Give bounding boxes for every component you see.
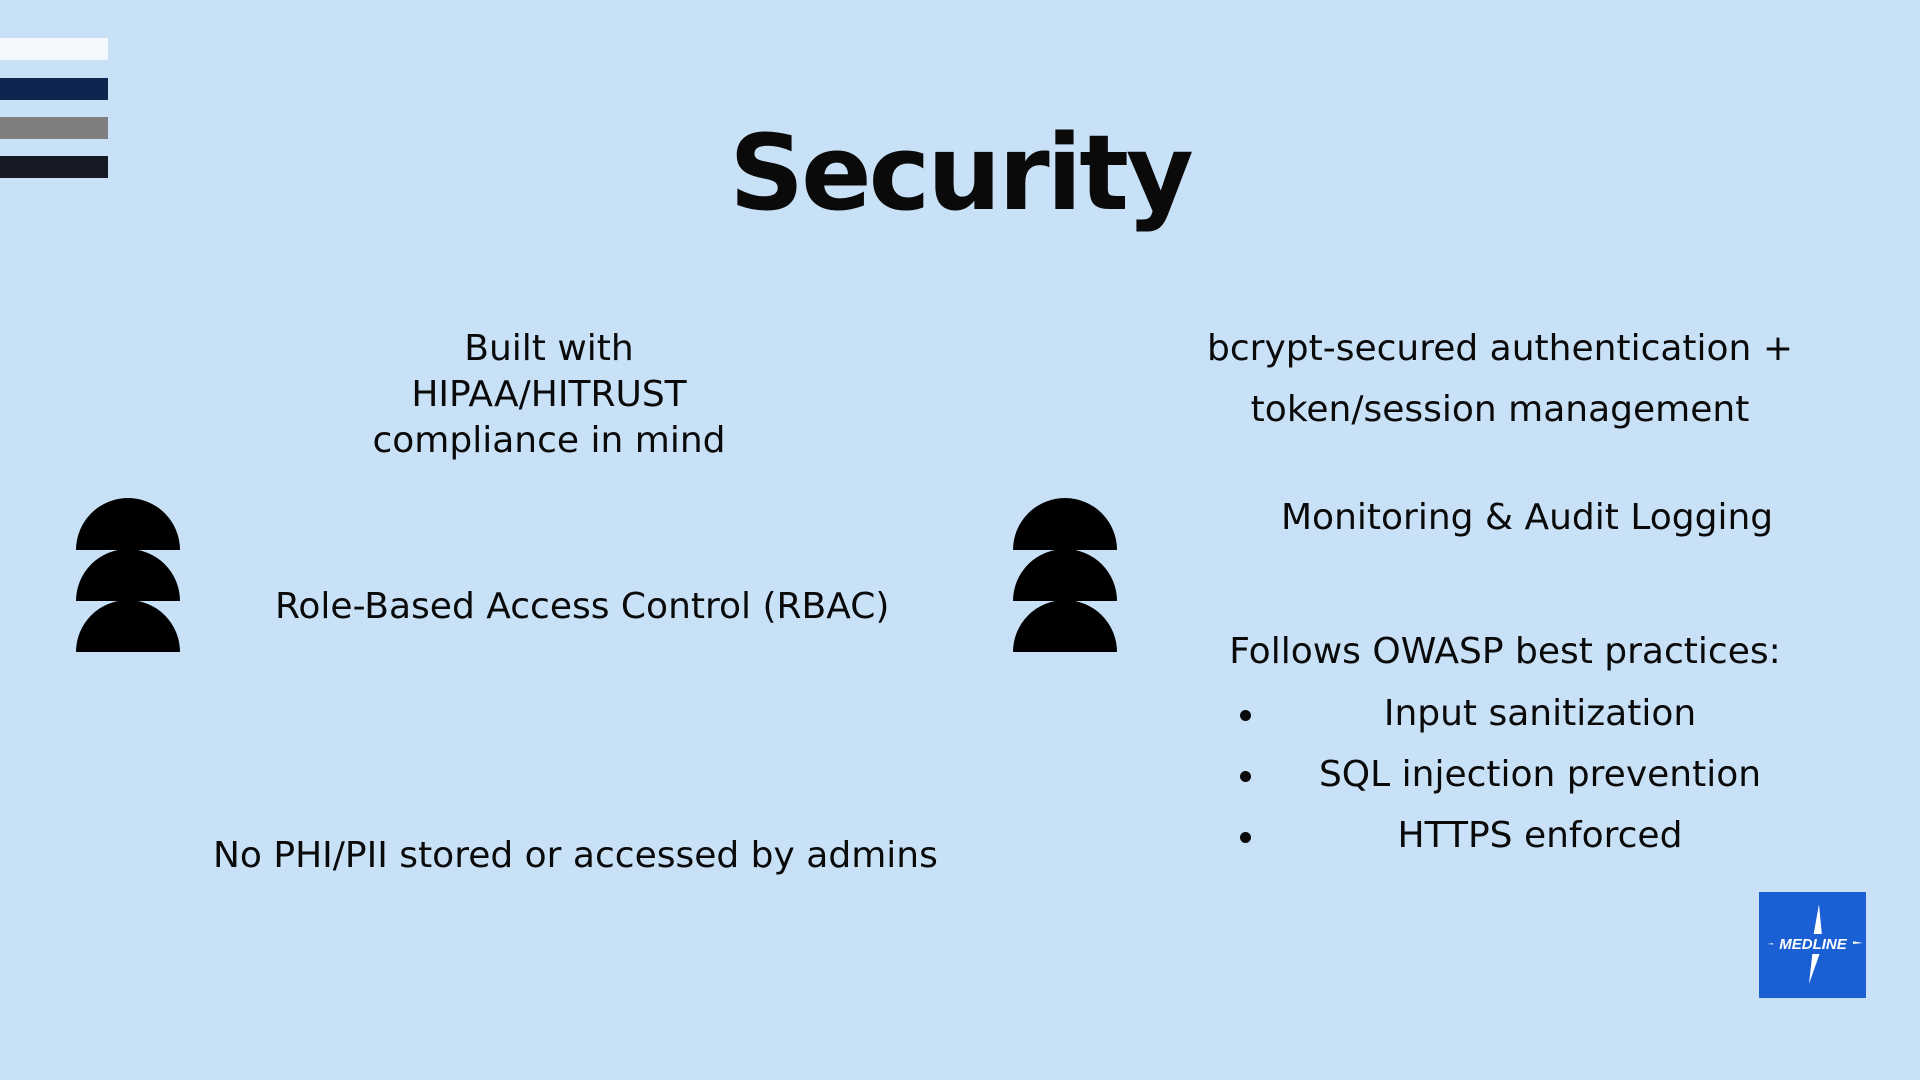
logo-text: MEDLINE [1779,936,1847,953]
stacked-semicircles-icon-right [1013,498,1117,652]
compliance-text: Built with HIPAA/HITRUST compliance in m… [349,326,749,464]
stripe-2 [0,78,108,100]
stacked-semicircles-icon-left [76,498,180,652]
rbac-text: Role-Based Access Control (RBAC) [275,586,890,627]
owasp-item-1: Input sanitization [1383,693,1697,734]
auth-text: bcrypt-secured authentication + token/se… [1180,318,1820,440]
medline-logo: MEDLINE [1759,892,1866,998]
page-title: Security [729,112,1194,234]
owasp-item-2: SQL injection prevention [1318,754,1762,795]
owasp-list: Input sanitization SQL injection prevent… [1240,689,1800,872]
compliance-line-2: HIPAA/HITRUST [411,374,687,415]
list-item: Input sanitization [1240,689,1800,750]
stripe-1 [0,38,108,60]
bullet-icon [1240,771,1251,782]
monitoring-text: Monitoring & Audit Logging [1281,497,1774,538]
bullet-icon [1240,710,1251,721]
compliance-line-3: compliance in mind [372,420,726,461]
bullet-icon [1240,832,1251,843]
auth-line-2: token/session management [1250,389,1750,430]
list-item: HTTPS enforced [1240,811,1800,872]
list-item: SQL injection prevention [1240,750,1800,811]
no-phi-text: No PHI/PII stored or accessed by admins [213,835,938,876]
medline-star-icon: MEDLINE [1767,904,1863,984]
owasp-heading: Follows OWASP best practices: [1229,631,1781,672]
compliance-line-1: Built with [464,328,634,369]
owasp-item-3: HTTPS enforced [1397,815,1683,856]
auth-line-1: bcrypt-secured authentication + [1207,328,1793,369]
